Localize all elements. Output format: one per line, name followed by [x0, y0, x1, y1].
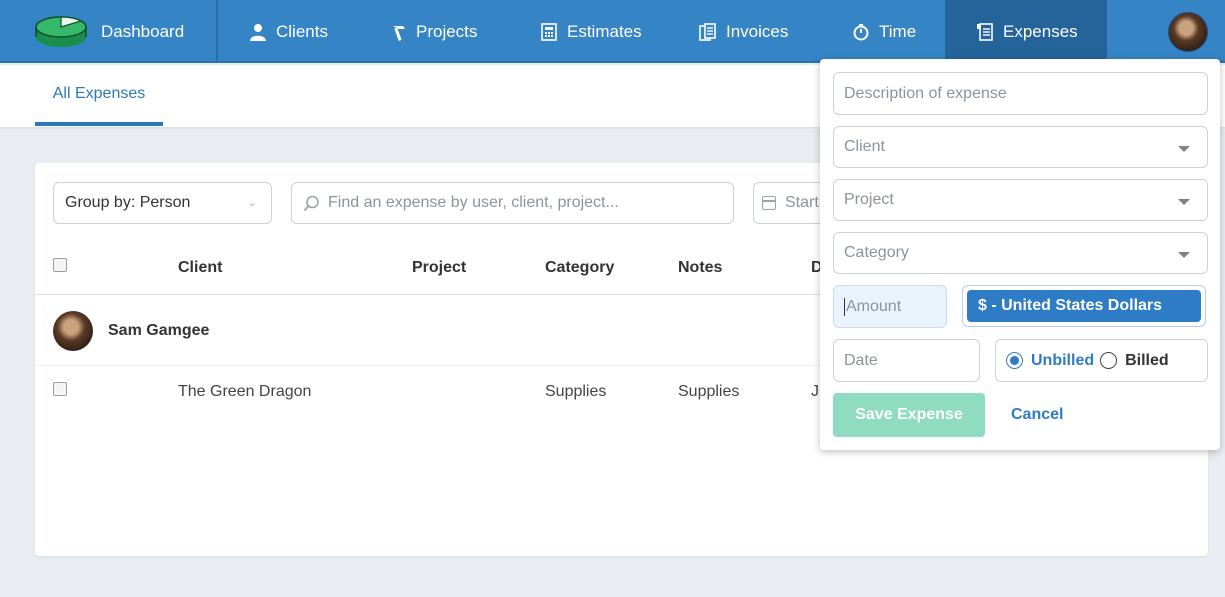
billed-radio[interactable] — [1100, 352, 1118, 369]
select-all-checkbox[interactable] — [53, 258, 67, 272]
nav-estimates[interactable]: Estimates — [539, 0, 642, 63]
description-field[interactable]: Description of expense — [833, 72, 1208, 115]
row-checkbox[interactable] — [53, 382, 67, 396]
nav-time-label: Time — [879, 21, 917, 41]
cell-notes: Supplies — [678, 383, 740, 400]
date-placeholder: Date — [844, 351, 878, 369]
nav-clients[interactable]: Clients — [248, 0, 328, 63]
header-notes[interactable]: Notes — [678, 259, 722, 277]
billed-label[interactable]: Billed — [1125, 352, 1169, 370]
amount-placeholder: Amount — [846, 297, 902, 315]
nav-expenses-label: Expenses — [1003, 21, 1078, 41]
nav-estimates-label: Estimates — [567, 21, 642, 41]
group-by-select[interactable]: Group by: Person ⌄ — [53, 182, 272, 224]
amount-field[interactable]: Amount — [833, 285, 947, 328]
search-input[interactable]: Find an expense by user, client, project… — [291, 182, 734, 224]
person-icon — [248, 22, 268, 42]
new-expense-popover: Description of expense Client Project Ca… — [820, 59, 1220, 450]
documents-icon — [698, 22, 718, 42]
nav-projects[interactable]: Projects — [388, 0, 477, 63]
search-placeholder: Find an expense by user, client, project… — [328, 194, 619, 211]
cell-client: The Green Dragon — [178, 383, 312, 400]
currency-select[interactable]: $ - United States Dollars — [962, 285, 1206, 327]
receipt-icon — [975, 22, 995, 42]
caret-down-icon — [1178, 252, 1190, 258]
logo-icon — [35, 16, 87, 47]
avatar — [53, 311, 93, 351]
client-placeholder: Client — [844, 138, 885, 155]
caret-down-icon — [1178, 146, 1190, 152]
category-placeholder: Category — [844, 244, 909, 261]
nav-clients-label: Clients — [276, 21, 328, 41]
date-field[interactable]: Date — [833, 339, 980, 382]
cell-date: J — [811, 383, 819, 400]
user-avatar[interactable] — [1168, 12, 1208, 52]
save-expense-button[interactable]: Save Expense — [833, 393, 985, 437]
description-placeholder: Description of expense — [844, 84, 1007, 102]
nav-dashboard[interactable]: Dashboard — [0, 0, 216, 63]
search-icon — [303, 195, 319, 211]
top-nav: Dashboard Clients Projects Estimates Inv… — [0, 0, 1225, 63]
nav-projects-label: Projects — [416, 21, 478, 41]
header-project[interactable]: Project — [412, 259, 466, 277]
caret-down-icon — [1178, 199, 1190, 205]
project-select[interactable]: Project — [833, 179, 1208, 221]
unbilled-label[interactable]: Unbilled — [1031, 352, 1094, 370]
chevron-down-icon: ⌄ — [247, 197, 257, 209]
tab-all-expenses[interactable]: All Expenses — [35, 65, 163, 126]
person-name: Sam Gamgee — [108, 322, 210, 339]
unbilled-radio[interactable] — [1006, 352, 1023, 369]
header-category[interactable]: Category — [545, 259, 614, 277]
nav-divider — [216, 0, 218, 63]
nav-time[interactable]: Time — [851, 0, 916, 63]
calendar-icon — [762, 196, 776, 210]
nav-invoices-label: Invoices — [726, 21, 789, 41]
cell-category: Supplies — [545, 383, 607, 400]
stopwatch-icon — [851, 22, 871, 42]
text-cursor — [844, 297, 845, 316]
nav-invoices[interactable]: Invoices — [698, 0, 788, 63]
group-by-label: Group by: Person — [65, 194, 191, 211]
cancel-button[interactable]: Cancel — [1011, 406, 1063, 424]
category-select[interactable]: Category — [833, 232, 1208, 274]
calculator-icon — [539, 22, 559, 42]
billing-status-group: Unbilled Billed — [995, 339, 1208, 382]
project-placeholder: Project — [844, 191, 894, 208]
nav-dashboard-label: Dashboard — [101, 21, 185, 41]
header-client[interactable]: Client — [178, 259, 222, 277]
client-select[interactable]: Client — [833, 126, 1208, 168]
start-date-placeholder: Start — [785, 194, 819, 211]
currency-value: $ - United States Dollars — [967, 290, 1201, 322]
hammer-icon — [388, 22, 408, 42]
nav-expenses[interactable]: Expenses — [945, 0, 1107, 63]
